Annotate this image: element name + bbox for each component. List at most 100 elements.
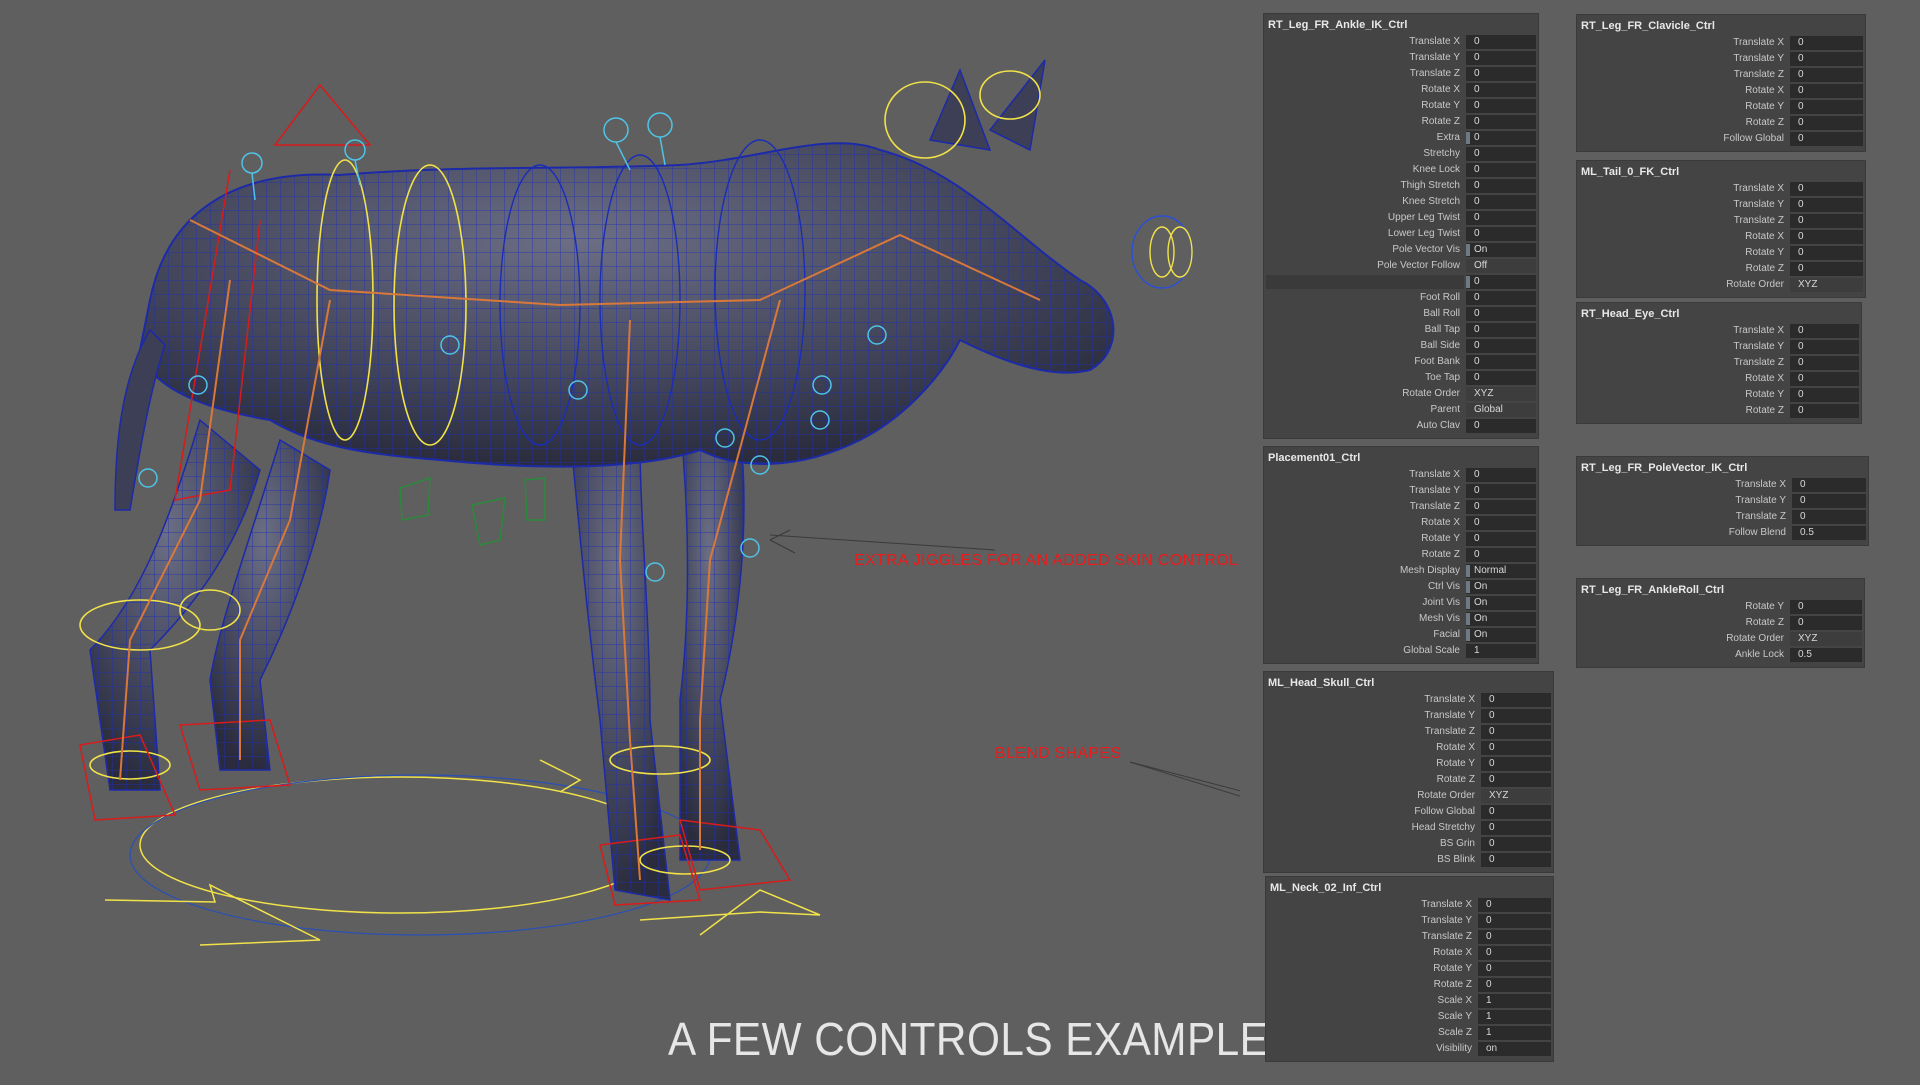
channel-value-field[interactable]: 0 <box>1466 131 1536 145</box>
channel-row[interactable]: Mesh Display Normal <box>1264 563 1538 579</box>
channel-label[interactable]: Translate X <box>1409 34 1466 50</box>
channel-row[interactable]: Head Stretchy 0 <box>1264 820 1553 836</box>
channel-label[interactable]: Scale Y <box>1438 1009 1478 1025</box>
channel-value-field[interactable]: 0 <box>1790 356 1859 370</box>
channel-value-field[interactable]: 0 <box>1790 388 1859 402</box>
channel-value-field[interactable]: XYZ <box>1466 387 1536 401</box>
channel-label[interactable]: Pole Vector Vis <box>1392 242 1466 258</box>
channel-label[interactable]: Rotate X <box>1421 82 1466 98</box>
channel-label[interactable]: Thigh Stretch <box>1401 178 1466 194</box>
channel-row[interactable]: Rotate Y0 <box>1577 99 1865 115</box>
channel-row[interactable]: Rotate X0 <box>1264 515 1538 531</box>
channel-value-field[interactable]: 0 <box>1481 725 1551 739</box>
channel-value-field[interactable]: 0 <box>1466 339 1536 353</box>
channel-row[interactable]: Rotate X0 <box>1577 229 1865 245</box>
channel-row[interactable]: Rotate Order XYZ <box>1264 386 1538 402</box>
channel-row[interactable]: Translate Z0 <box>1577 67 1865 83</box>
channel-row[interactable]: Rotate Z0 <box>1577 261 1865 277</box>
channel-value-field[interactable]: 0 <box>1466 147 1536 161</box>
channel-label[interactable]: Rotate Z <box>1437 772 1481 788</box>
channel-row[interactable]: Rotate Y0 <box>1266 961 1553 977</box>
channel-value-field[interactable]: 0 <box>1466 371 1536 385</box>
channel-row[interactable]: Follow Blend 0.5 <box>1577 525 1868 541</box>
channel-label[interactable]: Toe Tap <box>1425 370 1466 386</box>
channel-label[interactable]: Rotate Y <box>1745 99 1790 115</box>
channel-row[interactable]: Knee Stretch 0 <box>1264 194 1538 210</box>
channel-value-field[interactable]: 0 <box>1481 853 1551 867</box>
channel-label[interactable]: Translate Z <box>1425 724 1481 740</box>
channel-row[interactable]: Translate X0 <box>1264 467 1538 483</box>
channel-value-field[interactable]: 0 <box>1478 962 1551 976</box>
channel-value-field[interactable]: 0 <box>1478 930 1551 944</box>
channel-value-field[interactable]: 0 <box>1466 323 1536 337</box>
channel-value-field[interactable]: On <box>1466 628 1536 642</box>
channel-row[interactable]: Translate X0 <box>1264 692 1553 708</box>
channel-row[interactable]: Ball Tap 0 <box>1264 322 1538 338</box>
channel-label[interactable]: Rotate Y <box>1436 756 1481 772</box>
channel-value-field[interactable]: 0 <box>1790 600 1862 614</box>
channel-row[interactable]: Ball Side 0 <box>1264 338 1538 354</box>
channel-row[interactable]: Facial On <box>1264 627 1538 643</box>
channel-row[interactable]: Rotate Z0 <box>1577 403 1861 419</box>
channel-value-field[interactable]: XYZ <box>1481 789 1551 803</box>
channel-value-field[interactable]: 0 <box>1790 616 1862 630</box>
panel-title[interactable]: RT_Leg_FR_Clavicle_Ctrl <box>1577 15 1865 35</box>
channel-label[interactable]: Stretchy <box>1423 146 1466 162</box>
channel-value-field[interactable]: 0 <box>1466 355 1536 369</box>
channel-value-field[interactable]: 0 <box>1481 805 1551 819</box>
channel-label[interactable]: Translate Y <box>1735 493 1792 509</box>
channel-value-field[interactable]: 0 <box>1466 548 1536 562</box>
channel-row[interactable]: Rotate Y0 <box>1264 531 1538 547</box>
channel-label[interactable]: Translate Y <box>1424 708 1481 724</box>
channel-row[interactable]: Visibility on <box>1266 1041 1553 1057</box>
channel-value-field[interactable]: 1 <box>1478 1026 1551 1040</box>
channel-value-field[interactable]: 0 <box>1481 757 1551 771</box>
channel-label[interactable]: Translate Y <box>1733 339 1790 355</box>
channel-row[interactable]: 0 <box>1264 274 1538 290</box>
channel-label[interactable]: Ball Side <box>1421 338 1466 354</box>
channel-value-field[interactable]: 0 <box>1466 67 1536 81</box>
channel-label[interactable]: Rotate Y <box>1745 387 1790 403</box>
channel-row[interactable]: Rotate X0 <box>1266 945 1553 961</box>
channel-row[interactable]: Ball Roll 0 <box>1264 306 1538 322</box>
channel-value-field[interactable]: 0 <box>1790 52 1863 66</box>
channel-label[interactable]: Knee Stretch <box>1402 194 1466 210</box>
channel-label[interactable]: Rotate Z <box>1746 615 1790 631</box>
channel-value-field[interactable]: XYZ <box>1790 632 1862 646</box>
channel-row[interactable]: Thigh Stretch 0 <box>1264 178 1538 194</box>
channel-label[interactable]: Rotate Order <box>1402 386 1466 402</box>
channel-label[interactable]: Follow Global <box>1414 804 1481 820</box>
channel-row[interactable]: Lower Leg Twist 0 <box>1264 226 1538 242</box>
channel-value-field[interactable]: On <box>1466 580 1536 594</box>
channel-value-field[interactable]: 0 <box>1481 709 1551 723</box>
channel-label[interactable]: Translate Z <box>1410 66 1466 82</box>
channel-row[interactable]: Rotate X0 <box>1577 371 1861 387</box>
channel-value-field[interactable]: Normal <box>1466 564 1536 578</box>
channel-value-field[interactable]: 0 <box>1790 198 1863 212</box>
channel-label[interactable]: Pole Vector Follow <box>1377 258 1466 274</box>
channel-label[interactable]: Translate X <box>1424 692 1481 708</box>
channel-value-field[interactable]: 0 <box>1466 115 1536 129</box>
channel-label[interactable]: BS Grin <box>1440 836 1481 852</box>
channel-row[interactable]: Translate X0 <box>1577 35 1865 51</box>
channel-value-field[interactable]: 0 <box>1466 211 1536 225</box>
channel-row[interactable]: Knee Lock 0 <box>1264 162 1538 178</box>
channel-label[interactable]: Upper Leg Twist <box>1388 210 1466 226</box>
panel-title[interactable]: RT_Leg_FR_PoleVector_IK_Ctrl <box>1577 457 1868 477</box>
channel-label[interactable]: Knee Lock <box>1413 162 1466 178</box>
channel-row[interactable]: Translate X0 <box>1266 897 1553 913</box>
channel-value-field[interactable]: 0 <box>1478 898 1551 912</box>
channel-value-field[interactable]: On <box>1466 596 1536 610</box>
channel-label[interactable]: Follow Blend <box>1729 525 1792 541</box>
channel-label[interactable]: Translate Y <box>1409 50 1466 66</box>
channel-value-field[interactable]: 0 <box>1790 340 1859 354</box>
channel-label[interactable]: Mesh Display <box>1400 563 1466 579</box>
channel-value-field[interactable]: 0 <box>1466 419 1536 433</box>
channel-value-field[interactable]: 0 <box>1790 84 1863 98</box>
channel-label[interactable]: Rotate X <box>1436 740 1481 756</box>
channel-row[interactable]: Rotate X0 <box>1577 83 1865 99</box>
channel-label[interactable]: Translate X <box>1735 477 1792 493</box>
channel-row[interactable]: Scale Z1 <box>1266 1025 1553 1041</box>
channel-value-field[interactable]: 0 <box>1466 163 1536 177</box>
channel-row[interactable]: Ankle Lock 0.5 <box>1577 647 1864 663</box>
